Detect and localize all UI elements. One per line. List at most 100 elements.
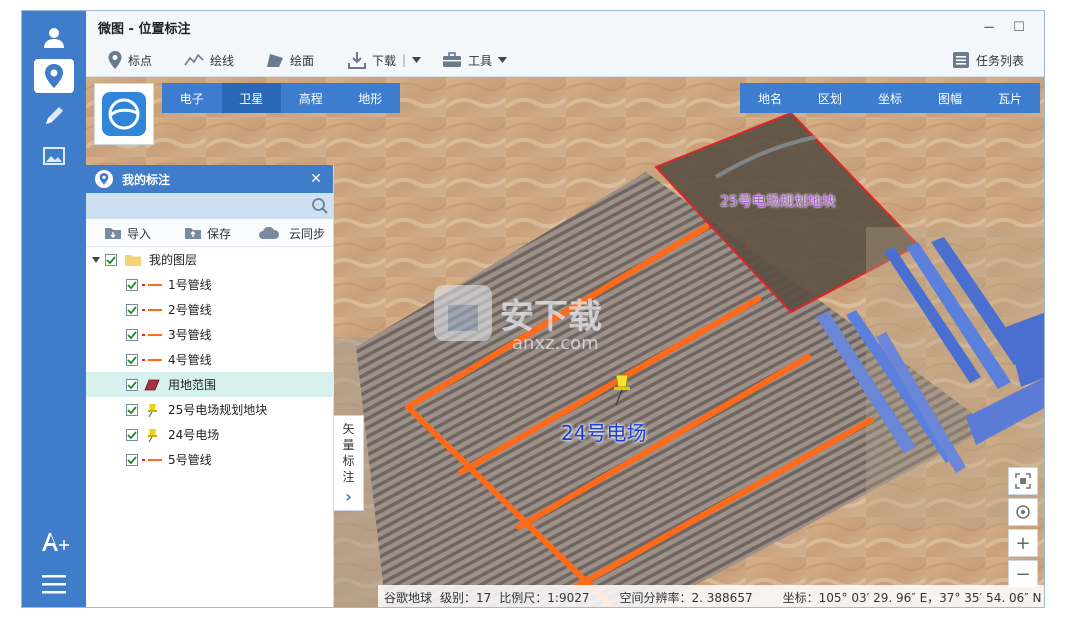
- import-button[interactable]: 导入: [104, 224, 151, 242]
- cloud-sync-label: 云同步: [289, 226, 326, 241]
- layer-checkbox[interactable]: [126, 303, 138, 316]
- map-type-tab[interactable]: 高程: [281, 83, 341, 113]
- panel-header: 我的标注 ✕: [86, 165, 333, 193]
- status-coords: 坐标：105° 03′ 29. 96″ E，37° 35′ 54. 06″ N: [782, 590, 1042, 605]
- layer-checkbox[interactable]: [126, 328, 138, 341]
- panel-title: 我的标注: [122, 172, 171, 187]
- map-option-tab[interactable]: 地名: [740, 83, 800, 113]
- layer-label: 4号管线: [168, 353, 212, 367]
- tools-button[interactable]: 工具: [442, 49, 508, 71]
- location-pin-icon: [45, 64, 63, 88]
- map-option-tab[interactable]: 图幅: [920, 83, 980, 113]
- map-option-tab[interactable]: 瓦片: [980, 83, 1040, 113]
- layer-label: 3号管线: [168, 328, 212, 342]
- layer-label: 25号电场规划地块: [168, 403, 268, 417]
- layer-label: 1号管线: [168, 278, 212, 292]
- text-position-icon: [42, 533, 69, 551]
- tools-label: 工具: [468, 53, 493, 68]
- pencil-icon: [46, 107, 63, 124]
- panel-close-button[interactable]: ✕: [307, 170, 325, 188]
- locate-button[interactable]: [1008, 498, 1038, 526]
- location-button[interactable]: [34, 59, 74, 93]
- image-button[interactable]: [34, 139, 74, 173]
- cloud-sync-button[interactable]: 云同步: [258, 224, 325, 242]
- line-style-icon: [142, 283, 162, 286]
- close-button[interactable]: ✕: [1034, 15, 1044, 39]
- mark-point-label: 标点: [128, 53, 153, 68]
- locate-icon: [1016, 505, 1030, 519]
- layer-checkbox[interactable]: [126, 378, 138, 391]
- plant-24-label: 24号电场: [561, 421, 647, 445]
- download-button[interactable]: 下载 |: [348, 49, 422, 71]
- map-type-tab[interactable]: 地形: [341, 83, 401, 113]
- status-level: 级别：17: [440, 590, 492, 605]
- tree-root-row[interactable]: 我的图层: [86, 247, 334, 272]
- user-icon: [44, 28, 64, 48]
- location-circle-icon: [95, 170, 113, 188]
- map-option-tab[interactable]: 区划: [800, 83, 860, 113]
- status-resolution: 空间分辨率：2. 388657: [619, 590, 753, 605]
- draw-line-button[interactable]: 绘线: [184, 49, 234, 71]
- fit-extent-button[interactable]: [1008, 467, 1038, 495]
- vector-mark-tab[interactable]: 矢量标注 ›: [334, 415, 364, 511]
- app-title: 微图 - 位置标注: [98, 21, 191, 37]
- caret-down-icon[interactable]: [92, 256, 100, 263]
- root-checkbox[interactable]: [105, 253, 117, 266]
- layer-label: 用地范围: [168, 378, 217, 392]
- layer-row[interactable]: 1号管线: [86, 272, 334, 297]
- map-type-tab[interactable]: 电子: [162, 83, 222, 113]
- title-bar: 微图 - 位置标注 − ☐ ✕: [86, 11, 1044, 43]
- layer-checkbox[interactable]: [126, 453, 138, 466]
- map-type-tab[interactable]: 卫星: [221, 83, 281, 113]
- layer-row[interactable]: 3号管线: [86, 322, 334, 347]
- plot-25-label: 25号电场规划地块: [720, 194, 836, 210]
- expand-arrow: ›: [345, 486, 352, 506]
- save-label: 保存: [207, 226, 232, 241]
- zoom-out-button[interactable]: −: [1008, 560, 1038, 588]
- layer-checkbox[interactable]: [126, 403, 138, 416]
- layer-row[interactable]: 5号管线: [86, 447, 334, 472]
- polygon-icon: [267, 54, 283, 67]
- download-separator: |: [402, 53, 407, 67]
- layer-checkbox[interactable]: [126, 428, 138, 441]
- layer-row[interactable]: 24号电场: [86, 422, 334, 447]
- maximize-button[interactable]: ☐: [1004, 15, 1034, 39]
- layer-row[interactable]: 25号电场规划地块: [86, 397, 334, 422]
- layer-checkbox[interactable]: [126, 353, 138, 366]
- draw-line-label: 绘线: [210, 53, 235, 68]
- pushpin-icon: [148, 428, 157, 442]
- menu-button[interactable]: [34, 567, 74, 601]
- text-position-button[interactable]: [34, 525, 74, 559]
- save-icon: [185, 228, 201, 239]
- layer-row[interactable]: 2号管线: [86, 297, 334, 322]
- layer-row[interactable]: 用地范围: [86, 372, 334, 397]
- mark-point-button[interactable]: 标点: [108, 49, 152, 71]
- pushpin-icon: [148, 403, 157, 417]
- search-input[interactable]: [86, 193, 308, 219]
- download-label: 下载: [372, 53, 397, 68]
- draw-button[interactable]: [34, 99, 74, 133]
- map-type-tabs: 电子 卫星 高程 地形: [162, 83, 400, 113]
- caret-down-icon: [412, 57, 422, 63]
- layer-row[interactable]: 4号管线: [86, 347, 334, 372]
- line-style-icon: [142, 308, 162, 311]
- caret-down-icon: [498, 57, 508, 63]
- line-style-icon: [142, 358, 162, 361]
- map-options-tabs: 地名 区划 坐标 图幅 瓦片: [740, 83, 1040, 113]
- watermark-text: 安下载: [500, 297, 602, 337]
- save-button[interactable]: 保存: [184, 224, 231, 242]
- layer-checkbox[interactable]: [126, 278, 138, 291]
- map-option-tab[interactable]: 坐标: [860, 83, 920, 113]
- minimize-button[interactable]: −: [974, 15, 1004, 39]
- download-icon: [348, 52, 366, 69]
- search-icon[interactable]: [311, 197, 329, 215]
- line-style-icon: [142, 458, 162, 461]
- layer-label: 24号电场: [168, 428, 220, 442]
- polyline-icon: [184, 53, 204, 66]
- left-rail: [22, 11, 86, 607]
- task-list-button[interactable]: 任务列表: [952, 49, 1024, 71]
- draw-area-button[interactable]: 绘面: [266, 49, 314, 71]
- zoom-in-button[interactable]: +: [1008, 529, 1038, 557]
- user-button[interactable]: [34, 21, 74, 55]
- location-pin-icon: [108, 51, 122, 69]
